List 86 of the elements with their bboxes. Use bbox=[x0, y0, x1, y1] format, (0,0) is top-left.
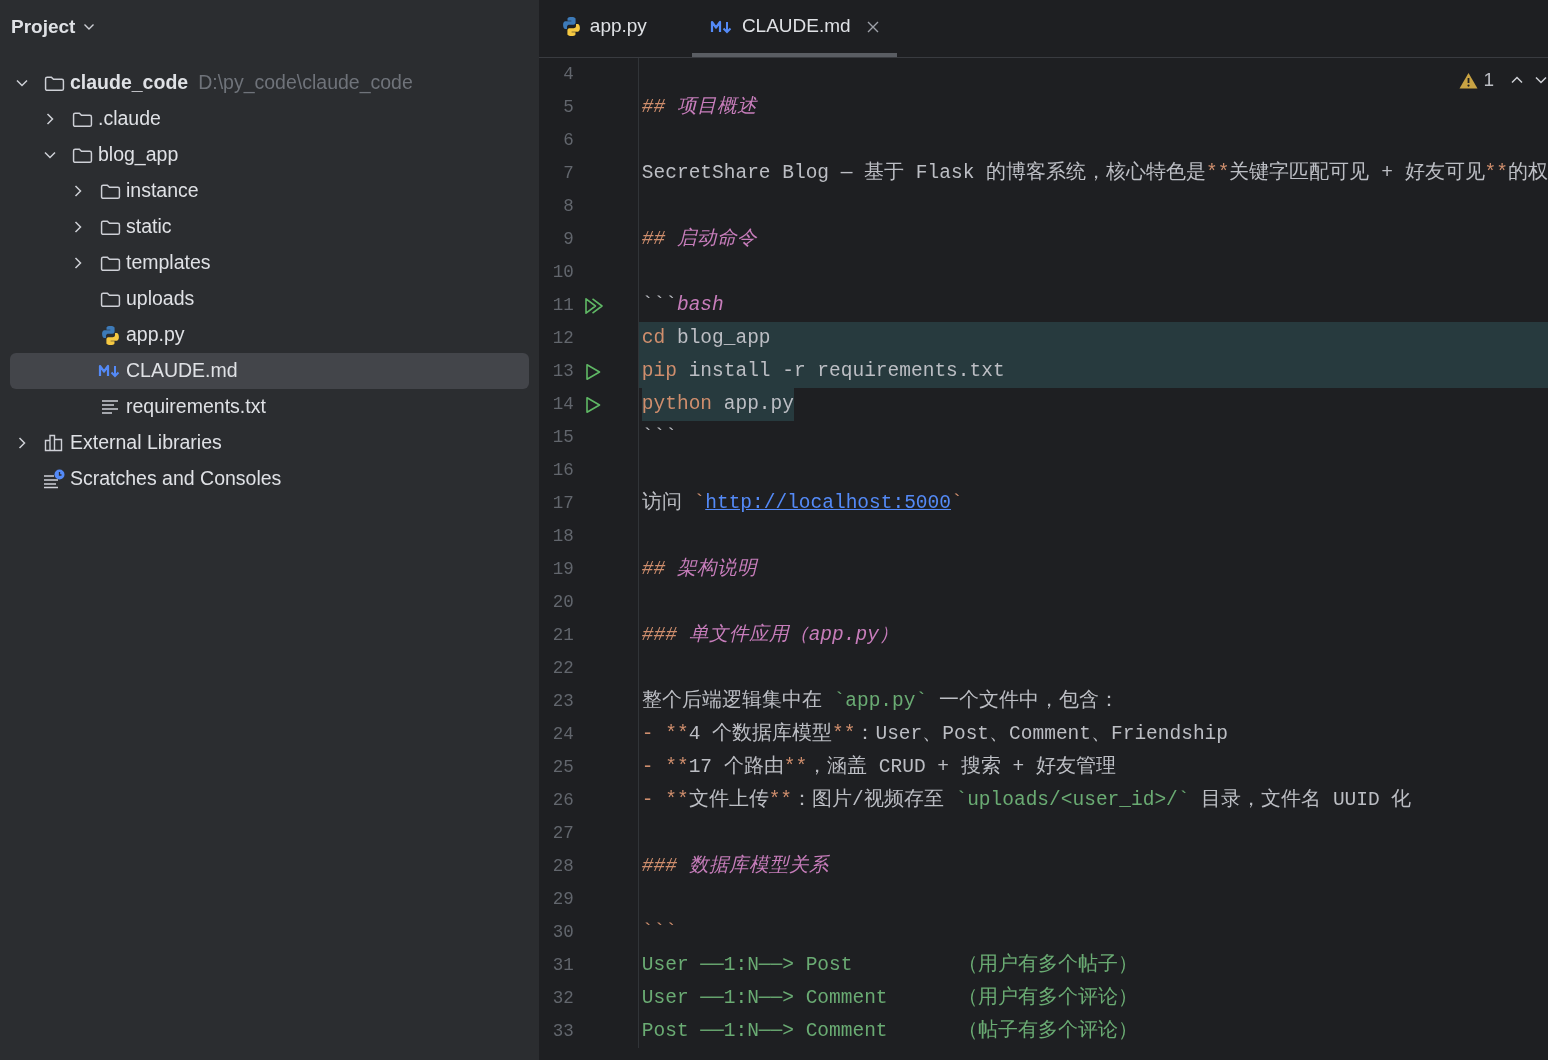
editor-tab[interactable]: app.py bbox=[542, 0, 665, 57]
scratches-icon bbox=[43, 469, 65, 489]
code-line: User ──1:N──> Comment （用户有多个评论） bbox=[641, 985, 1138, 1011]
line-number: 6 bbox=[563, 129, 574, 153]
line-number: 19 bbox=[552, 558, 574, 582]
line-number: 18 bbox=[552, 525, 574, 549]
code-line: pip install -r requirements.txt bbox=[641, 359, 1005, 384]
code-line: 访问 `http://localhost:5000` bbox=[641, 490, 963, 516]
code-line: ## 启动命令 bbox=[641, 226, 757, 252]
folder-icon bbox=[99, 254, 121, 272]
code-line: ### 单文件应用（app.py） bbox=[641, 622, 899, 648]
close-icon[interactable] bbox=[865, 19, 880, 34]
line-number: 10 bbox=[552, 261, 574, 285]
tree-item[interactable]: .claude bbox=[10, 101, 529, 137]
line-number: 13 bbox=[552, 360, 574, 384]
line-number: 8 bbox=[563, 195, 574, 219]
line-number: 9 bbox=[563, 228, 574, 252]
code-line: cd blog_app bbox=[641, 326, 771, 351]
tree-item[interactable]: static bbox=[10, 209, 529, 245]
code-line: ```bash bbox=[641, 293, 724, 318]
line-number: 17 bbox=[552, 492, 574, 516]
panel-title[interactable]: Project bbox=[11, 12, 76, 42]
tree-item[interactable]: templates bbox=[10, 245, 529, 281]
double-play-icon[interactable] bbox=[583, 296, 604, 315]
text-file-icon bbox=[100, 399, 120, 415]
line-number: 12 bbox=[552, 327, 574, 351]
play-icon[interactable] bbox=[583, 362, 602, 381]
editor-tab[interactable]: CLAUDE.md bbox=[691, 0, 897, 57]
tree-item[interactable]: uploads bbox=[10, 281, 529, 317]
url-link[interactable]: http://localhost:5000 bbox=[705, 492, 951, 514]
code-line: - **4 个数据库模型**：User、Post、Comment、Friendship bbox=[641, 721, 1228, 747]
folder-icon bbox=[99, 182, 121, 200]
tree-item[interactable]: requirements.txt bbox=[10, 389, 529, 425]
code-line: User ──1:N──> Post （用户有多个帖子） bbox=[641, 952, 1138, 978]
code-line: 整个后端逻辑集中在 `app.py` 一个文件中，包含： bbox=[641, 688, 1119, 714]
line-number: 32 bbox=[552, 987, 574, 1011]
code-line: SecretShare Blog — 基于 Flask 的博客系统，核心特色是**关键字匹配可见 + 好友可见**的权 bbox=[641, 160, 1548, 186]
line-number: 4 bbox=[563, 63, 574, 87]
line-number: 23 bbox=[552, 690, 574, 714]
tree-item[interactable]: blog_app bbox=[10, 137, 529, 173]
line-number: 15 bbox=[552, 426, 574, 450]
code-line: ### 数据库模型关系 bbox=[641, 853, 829, 879]
warning-count: 1 bbox=[1483, 68, 1494, 92]
markdown-icon bbox=[709, 18, 734, 35]
line-number: 29 bbox=[552, 888, 574, 912]
folder-icon bbox=[99, 218, 121, 236]
code-line: ``` bbox=[641, 425, 677, 450]
line-number: 14 bbox=[552, 393, 574, 417]
line-number: 28 bbox=[552, 855, 574, 879]
library-icon bbox=[44, 434, 64, 452]
code-line: - **文件上传**：图片/视频存至 `uploads/<user_id>/` 目录，文件名 UUID 化 bbox=[641, 787, 1412, 813]
tree-item[interactable]: Scratches and Consoles bbox=[10, 461, 529, 497]
code-line: ## 架构说明 bbox=[641, 556, 757, 582]
line-number: 27 bbox=[552, 822, 574, 846]
markdown-icon bbox=[98, 363, 122, 379]
line-number: 25 bbox=[552, 756, 574, 780]
line-number: 26 bbox=[552, 789, 574, 813]
warning-icon[interactable] bbox=[1459, 71, 1479, 89]
line-number: 22 bbox=[552, 657, 574, 681]
tree-item[interactable]: app.py bbox=[10, 317, 529, 353]
project-path: D:\py_code\claude_code bbox=[198, 70, 413, 96]
play-icon[interactable] bbox=[583, 395, 602, 414]
folder-icon bbox=[71, 146, 93, 164]
line-number: 11 bbox=[552, 294, 574, 318]
line-number: 5 bbox=[563, 96, 574, 120]
line-number: 20 bbox=[552, 591, 574, 615]
line-number: 33 bbox=[552, 1020, 574, 1044]
line-number: 7 bbox=[563, 162, 574, 186]
python-icon bbox=[99, 324, 121, 346]
tree-item[interactable]: claude_code D:\py_code\claude_code bbox=[10, 65, 529, 101]
line-number: 16 bbox=[552, 459, 574, 483]
folder-icon bbox=[99, 290, 121, 308]
folder-icon bbox=[71, 110, 93, 128]
folder-icon bbox=[43, 74, 65, 92]
code-line: Post ──1:N──> Comment （帖子有多个评论） bbox=[641, 1018, 1138, 1044]
line-number: 30 bbox=[552, 921, 574, 945]
code-line: ``` bbox=[641, 920, 677, 945]
tree-item[interactable]: instance bbox=[10, 173, 529, 209]
tree-item[interactable]: External Libraries bbox=[10, 425, 529, 461]
line-number: 21 bbox=[552, 624, 574, 648]
line-number: 31 bbox=[552, 954, 574, 978]
tree-item[interactable]: CLAUDE.md bbox=[10, 353, 529, 389]
python-icon bbox=[560, 16, 582, 37]
code-line: - **17 个路由**，涵盖 CRUD + 搜索 + 好友管理 bbox=[641, 754, 1116, 780]
code-line: ## 项目概述 bbox=[641, 95, 757, 120]
line-number: 24 bbox=[552, 723, 574, 747]
